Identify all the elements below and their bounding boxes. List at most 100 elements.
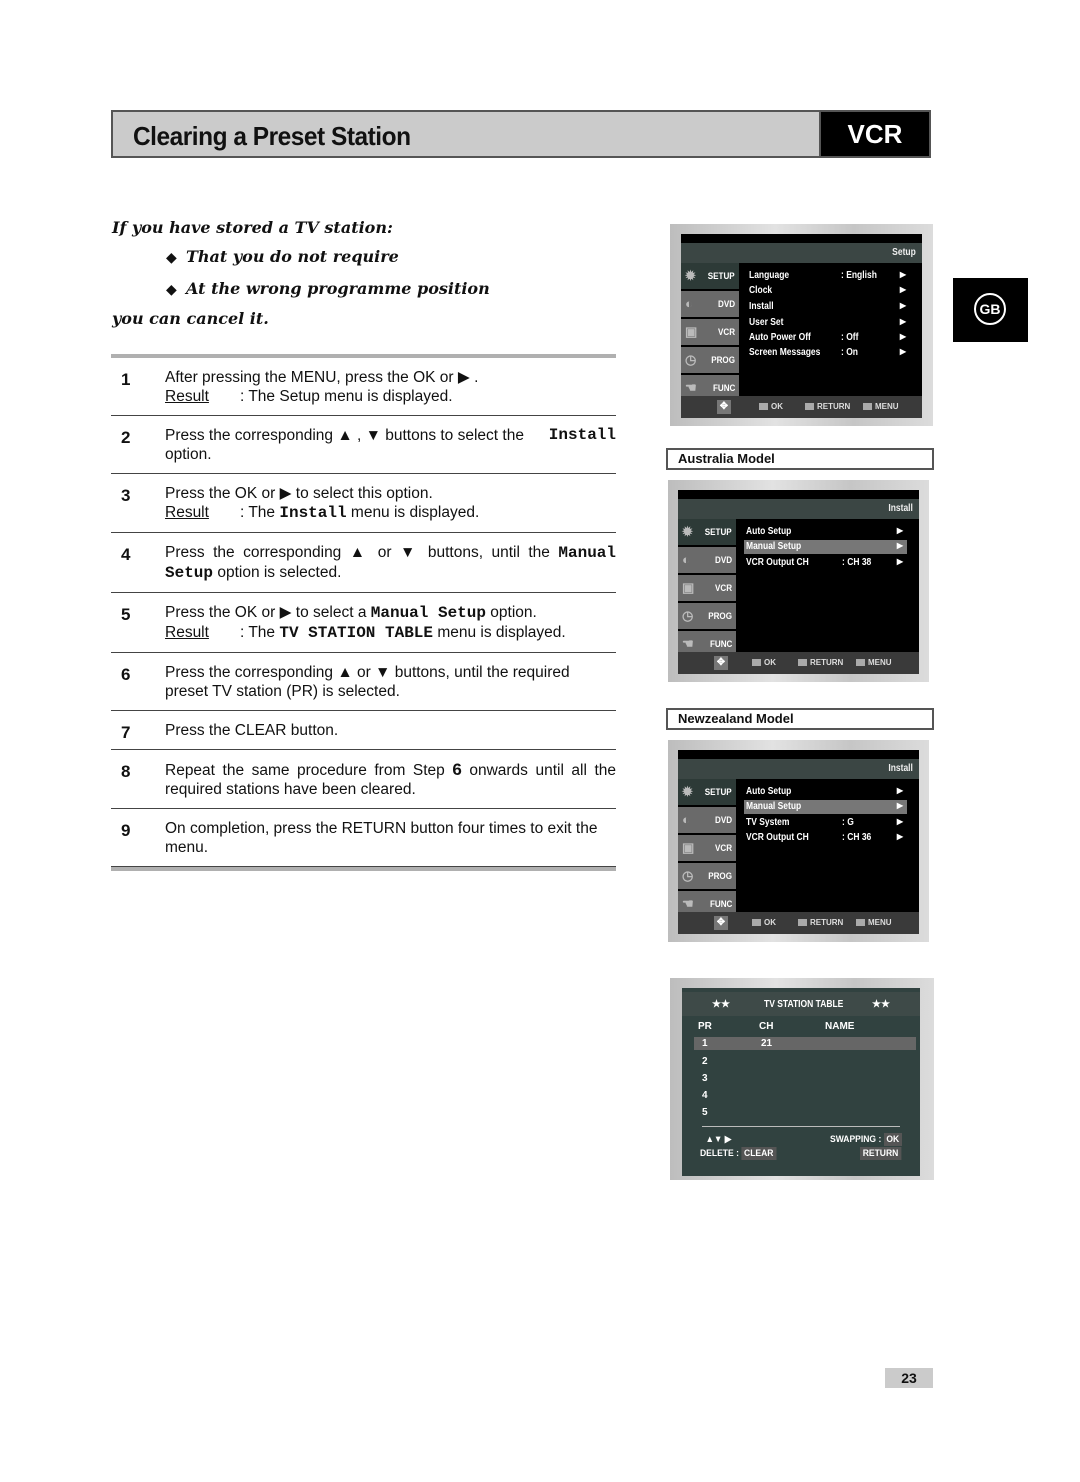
return-key-icon	[798, 919, 807, 926]
osd-footer: ✥ OK RETURN MENU	[681, 396, 922, 418]
clock-icon: ◷	[682, 608, 694, 623]
delete-hint: DELETE : CLEAR	[700, 1147, 777, 1160]
return-key: RETURN	[860, 1147, 902, 1160]
sidebar-item-prog: ◷ PROG	[681, 347, 739, 373]
table-row-selected[interactable]: 1 21	[694, 1037, 916, 1050]
sidebar-item-vcr: ▣ VCR	[678, 575, 736, 601]
intro-lead: If you have stored a TV station:	[112, 218, 393, 237]
vcr-badge: VCR	[819, 112, 929, 156]
australia-screen-frame: Install ✹ SETUP ◐ DVD ▣ VCR ◷ PROG ☚ FUNC Aut…	[668, 480, 929, 682]
stars-icon: ★★	[712, 999, 730, 1010]
menu-key-icon	[863, 403, 872, 410]
step-number: 8	[121, 762, 131, 781]
navigation-pad-icon: ✥	[714, 916, 728, 930]
table-row[interactable]: 3	[694, 1072, 916, 1085]
australia-model-label: Australia Model	[666, 448, 934, 470]
sidebar-item-setup: ✹ SETUP	[678, 779, 736, 805]
menu-item-selected: Manual Setup ▶	[744, 540, 907, 554]
hand-icon: ☚	[685, 380, 697, 395]
table-row[interactable]: 5	[694, 1106, 916, 1119]
clear-key: CLEAR	[741, 1147, 777, 1160]
tv-station-table-screen: ★★ TV STATION TABLE ★★ PR CH NAME 1 21 2 …	[682, 988, 920, 1176]
return-hint: RETURN	[860, 1147, 902, 1160]
osd-menu-list: Auto Setup ▶ Manual Setup ▶ VCR Output CH:…	[738, 519, 919, 652]
step: 8 Repeat the same procedure from Step 6 …	[111, 750, 616, 809]
steps-list: 1 After pressing the MENU, press the OK …	[111, 354, 616, 871]
column-header-name: NAME	[825, 1021, 855, 1032]
step: 2 Press the corresponding ▲ , ▼ buttons …	[111, 416, 616, 474]
intro-bullet: ◆ That you do not require	[166, 247, 399, 266]
step: 5 Press the OK or ▶ to select a Manual S…	[111, 593, 616, 653]
arrow-right-icon: ▶	[896, 557, 903, 566]
sidebar-item-prog: ◷ PROG	[678, 863, 736, 889]
page-title: Clearing a Preset Station	[133, 121, 411, 151]
sidebar-item-dvd: ◐ DVD	[678, 547, 736, 573]
navigation-pad-icon: ✥	[717, 400, 731, 414]
diamond-bullet-icon: ◆	[166, 250, 177, 266]
step: 4 Press the corresponding ▲ or ▼ buttons…	[111, 533, 616, 593]
ok-key-icon	[752, 659, 761, 666]
menu-item-selected: Manual Setup ▶	[744, 800, 907, 814]
arrow-right-icon: ▶	[899, 347, 906, 356]
table-title-bar: ★★ TV STATION TABLE ★★	[682, 992, 920, 1016]
page-number: 23	[885, 1368, 933, 1388]
clock-icon: ◷	[685, 352, 697, 367]
disc-icon: ◐	[685, 296, 693, 311]
menu-item: Auto Setup ▶	[746, 526, 903, 537]
cassette-icon: ▣	[682, 580, 695, 595]
divider	[702, 1126, 900, 1127]
gear-icon: ✹	[685, 268, 696, 283]
step-number: 7	[121, 723, 131, 742]
newzealand-model-label: Newzealand Model	[666, 708, 934, 730]
swapping-hint: SWAPPING : OK	[830, 1133, 902, 1146]
section-header: Clearing a Preset Station VCR	[111, 110, 931, 158]
gear-icon: ✹	[682, 784, 693, 799]
hand-icon: ☚	[682, 636, 694, 651]
sidebar-item-vcr: ▣ VCR	[681, 319, 739, 345]
menu-item: VCR Output CH: CH 36 ▶	[746, 832, 903, 843]
diamond-bullet-icon: ◆	[166, 282, 177, 298]
arrow-right-icon: ▶	[899, 270, 906, 279]
sidebar-item-setup: ✹ SETUP	[678, 519, 736, 545]
navigation-pad-icon: ✥	[714, 656, 728, 670]
menu-item: TV System: G ▶	[746, 817, 903, 828]
arrow-right-icon: ▶	[896, 541, 903, 550]
menu-item: Clock ▶	[749, 285, 906, 296]
return-key-icon	[798, 659, 807, 666]
step: 3 Press the OK or ▶ to select this optio…	[111, 474, 616, 533]
osd-menu-list: Auto Setup ▶ Manual Setup ▶ TV System: G ▶ …	[738, 779, 919, 912]
sidebar-item-vcr: ▣ VCR	[678, 835, 736, 861]
navigation-keys-icon: ▲▼ ▶	[705, 1134, 732, 1145]
arrow-right-icon: ▶	[899, 301, 906, 310]
osd-sidebar: ✹ SETUP ◐ DVD ▣ VCR ◷ PROG ☚ FUNC	[681, 263, 739, 403]
menu-item: Screen Messages: On ▶	[749, 347, 906, 358]
table-row[interactable]: 2	[694, 1055, 916, 1068]
menu-key-icon	[856, 919, 865, 926]
sidebar-item-dvd: ◐ DVD	[678, 807, 736, 833]
step: 7 Press the CLEAR button.	[111, 711, 616, 750]
table-row[interactable]: 4	[694, 1089, 916, 1102]
sidebar-item-dvd: ◐ DVD	[681, 291, 739, 317]
australia-install-screen: Install ✹ SETUP ◐ DVD ▣ VCR ◷ PROG ☚ FUNC Aut…	[678, 490, 919, 674]
arrow-right-icon: ▶	[899, 332, 906, 341]
stars-icon: ★★	[872, 999, 890, 1010]
column-header-ch: CH	[759, 1021, 774, 1032]
gb-label: GB	[974, 293, 1006, 325]
cassette-icon: ▣	[682, 840, 695, 855]
gear-icon: ✹	[682, 524, 693, 539]
arrow-right-icon: ▶	[896, 526, 903, 535]
divider	[111, 867, 616, 871]
step-number: 9	[121, 821, 131, 840]
menu-item: VCR Output CH: CH 38 ▶	[746, 557, 903, 568]
osd-footer: ✥ OK RETURN MENU	[678, 652, 919, 674]
menu-item: Install ▶	[749, 301, 906, 312]
step-number: 5	[121, 605, 131, 624]
osd-menu-list: Language: English ▶ Clock ▶ Install ▶ User …	[741, 263, 922, 396]
setup-menu-screen: Setup ✹ SETUP ◐ DVD ▣ VCR ◷ PROG ☚ FUNC Langu…	[681, 234, 922, 418]
osd-title-bar: Setup	[681, 243, 922, 263]
ok-key-icon	[752, 919, 761, 926]
step-number: 4	[121, 545, 131, 564]
arrow-right-icon: ▶	[896, 832, 903, 841]
step: 6 Press the corresponding ▲ or ▼ buttons…	[111, 653, 616, 711]
ok-key-icon	[759, 403, 768, 410]
